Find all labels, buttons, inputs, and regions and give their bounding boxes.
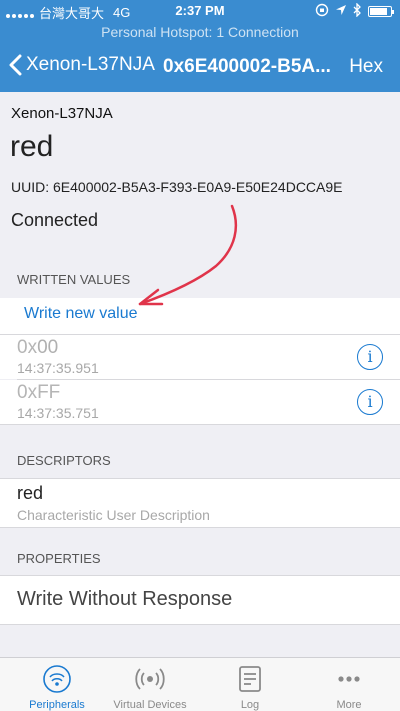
descriptor-name: red [17, 483, 44, 503]
descriptors-header: DESCRIPTORS [17, 453, 111, 468]
written-value: 0xFF [17, 382, 61, 403]
written-value-row[interactable]: 0xFF 14:37:35.751 i [0, 380, 400, 424]
back-button-label: Xenon-L37NJA [26, 54, 155, 75]
connection-state: Connected [11, 210, 99, 230]
characteristic-uuid: UUID: 6E400002-B5A3-F393-E0A9-E50E24DCCA… [11, 179, 343, 195]
status-bar: 台灣大哥大 4G 2:37 PM [0, 0, 400, 22]
peripherals-icon [43, 665, 71, 693]
properties-header: PROPERTIES [17, 551, 101, 566]
written-value-time: 14:37:35.951 [17, 360, 99, 376]
written-values-header: WRITTEN VALUES [17, 272, 131, 287]
bluetooth-icon [353, 2, 362, 20]
written-value: 0x00 [17, 337, 59, 358]
property-value: Write Without Response [17, 588, 233, 610]
tab-virtual-devices[interactable]: Virtual Devices [100, 664, 200, 711]
tab-bar: Peripherals Virtual Devices Log More [0, 657, 400, 711]
hotspot-banner[interactable]: Personal Hotspot: 1 Connection [0, 22, 400, 42]
written-value-time: 14:37:35.751 [17, 405, 99, 421]
property-row: Write Without Response [0, 576, 400, 624]
more-icon [338, 676, 360, 682]
chevron-left-icon [9, 54, 22, 76]
back-button[interactable]: Xenon-L37NJA [8, 54, 155, 76]
tab-log[interactable]: Log [200, 664, 300, 711]
virtual-devices-icon [135, 668, 165, 690]
device-name: Xenon-L37NJA [11, 105, 113, 122]
divider [0, 624, 400, 625]
battery-icon [368, 6, 394, 17]
characteristic-info: Xenon-L37NJA red UUID: 6E400002-B5A3-F39… [0, 92, 400, 242]
written-value-row[interactable]: 0x00 14:37:35.951 i [0, 335, 400, 379]
status-right [315, 2, 394, 20]
tab-label: Log [240, 699, 260, 711]
info-icon[interactable]: i [357, 344, 383, 370]
hex-button[interactable]: Hex [349, 56, 383, 78]
tab-label: Peripherals [29, 699, 85, 711]
navigation-bar: Xenon-L37NJA 0x6E400002-B5A... Hex [0, 42, 400, 92]
lock-rotation-icon [315, 3, 329, 20]
tab-label: Virtual Devices [113, 699, 187, 711]
tab-label: More [336, 699, 362, 711]
log-icon [239, 666, 261, 692]
write-new-value-button[interactable]: Write new value [0, 298, 400, 334]
descriptor-type: Characteristic User Description [17, 507, 210, 523]
characteristic-name: red [10, 130, 54, 163]
tab-more[interactable]: More [299, 664, 399, 711]
page-title: 0x6E400002-B5A... [163, 56, 331, 77]
tab-peripherals[interactable]: Peripherals [7, 664, 107, 711]
descriptor-row[interactable]: red Characteristic User Description [0, 479, 400, 527]
info-icon[interactable]: i [357, 389, 383, 415]
location-icon [335, 4, 347, 19]
divider [0, 527, 400, 528]
divider [0, 424, 400, 425]
